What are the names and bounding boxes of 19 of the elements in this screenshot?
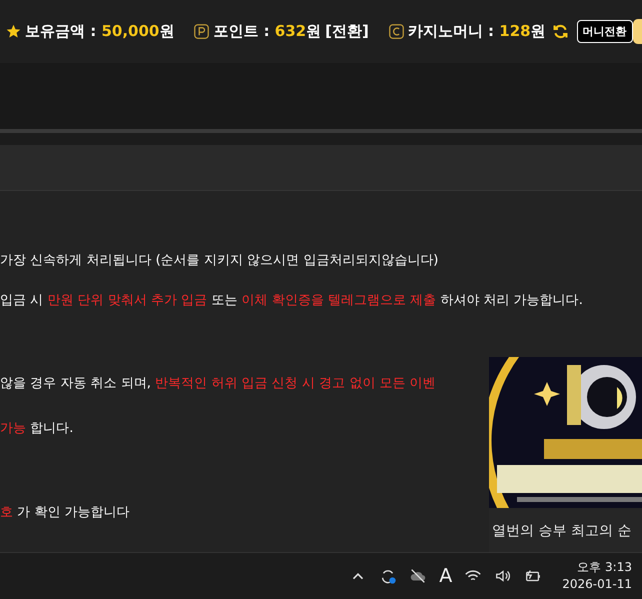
notice-text: 않을 경우 자동 취소 되며, 반복적인 허위 입금 신청 시 경고 없이 모든 이벤	[0, 376, 436, 391]
popup-caption: 열번의 승부 최고의 순	[491, 522, 632, 540]
convert-link[interactable]: [전환]	[325, 22, 369, 41]
clock-date[interactable]: 2026-01-11	[562, 576, 632, 593]
balance-amount: 보유금액 : 50,000원	[25, 22, 174, 41]
casino-money-amount: 카지노머니 : 128원	[408, 22, 546, 41]
notice-text: 가장 신속하게 처리됩니다 (순서를 지키지 않으시면 입금처리되지않습니다)	[0, 253, 438, 268]
input-method-indicator[interactable]: A	[439, 565, 452, 587]
action-button[interactable]	[632, 19, 642, 44]
notice-text: 입금 시 만원 단위 맞춰서 추가 입금 또는 이체 확인증을 텔레그램으로 제출 하셔야 처리 가능합니다.	[0, 293, 583, 308]
refresh-icon[interactable]	[552, 23, 569, 40]
star-icon	[6, 24, 21, 39]
clock-time[interactable]: 오후 3:13	[577, 559, 632, 576]
points-amount: 포인트 : 632원	[213, 22, 322, 41]
notice-text: 호 가 확인 가능합니다	[0, 505, 130, 520]
notice-text: 가능 합니다.	[0, 421, 74, 436]
money-exchange-button[interactable]: 머니전환	[576, 20, 633, 43]
cloud-off-icon[interactable]	[409, 567, 428, 585]
sync-icon[interactable]	[379, 567, 398, 585]
